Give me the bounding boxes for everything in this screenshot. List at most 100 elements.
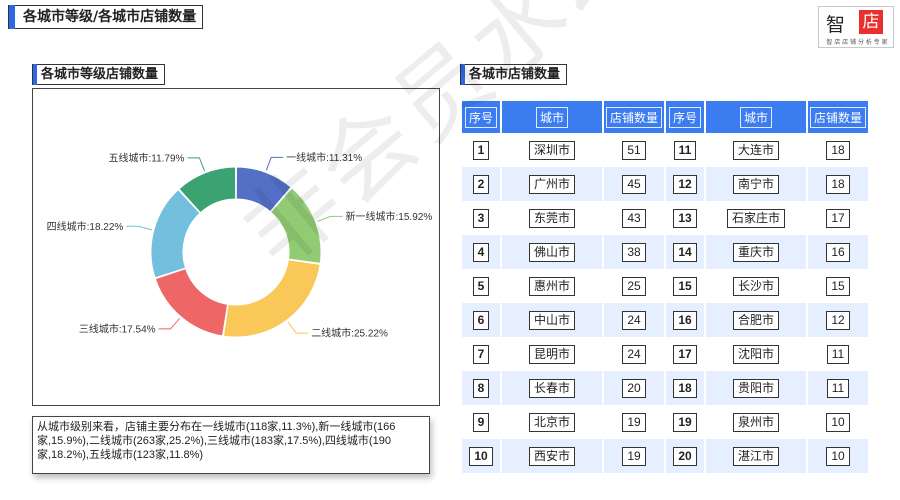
cell-city: 重庆市: [706, 235, 806, 269]
cell-city: 贵阳市: [706, 371, 806, 405]
cell-city-value: 长沙市: [732, 276, 779, 296]
cell-city-value: 北京市: [528, 412, 575, 432]
cell-city: 佛山市: [502, 235, 602, 269]
cell-rank: 4: [462, 235, 500, 269]
cell-rank: 13: [666, 201, 704, 235]
header-count: 店铺数量: [604, 101, 664, 133]
cell-city-value: 惠州市: [528, 276, 575, 296]
cell-count-value: 19: [622, 412, 646, 432]
cell-count-value: 12: [826, 310, 850, 330]
cell-city-value: 湛江市: [732, 446, 779, 466]
cell-rank-value: 13: [673, 208, 697, 228]
cell-city-value: 重庆市: [732, 242, 779, 262]
cell-city-value: 大连市: [732, 140, 779, 160]
cell-rank: 8: [462, 371, 500, 405]
cell-rank: 14: [666, 235, 704, 269]
cell-city: 深圳市: [502, 133, 602, 167]
cell-city: 合肥市: [706, 303, 806, 337]
cell-rank: 12: [666, 167, 704, 201]
cell-rank: 5: [462, 269, 500, 303]
cell-count: 10: [808, 405, 868, 439]
table-header-row: 序号 城市 店铺数量 序号 城市 店铺数量: [462, 101, 868, 133]
cell-rank-value: 7: [472, 344, 490, 364]
cell-rank-value: 19: [673, 412, 697, 432]
cell-city-value: 长春市: [528, 378, 575, 398]
cell-city: 北京市: [502, 405, 602, 439]
cell-rank-value: 1: [472, 140, 490, 160]
cell-count: 51: [604, 133, 664, 167]
cell-rank-value: 17: [673, 344, 697, 364]
cell-rank-value: 16: [673, 310, 697, 330]
cell-rank: 2: [462, 167, 500, 201]
slice-label-5: 五线城市:11.79%: [108, 151, 184, 164]
cell-rank: 11: [666, 133, 704, 167]
cell-count-value: 38: [622, 242, 646, 262]
logo-char-dian: 店: [859, 10, 883, 34]
cell-count: 24: [604, 303, 664, 337]
cell-count-value: 10: [826, 446, 850, 466]
table-row: 4 佛山市 38 14 重庆市 16: [462, 235, 868, 269]
cell-count: 11: [808, 337, 868, 371]
header-city: 城市: [502, 101, 602, 133]
header-rank-2: 序号: [666, 101, 704, 133]
cell-rank: 18: [666, 371, 704, 405]
cell-rank: 20: [666, 439, 704, 473]
table-row: 9 北京市 19 19 泉州市 10: [462, 405, 868, 439]
cell-rank: 3: [462, 201, 500, 235]
cell-count-value: 43: [622, 208, 646, 228]
cell-rank: 16: [666, 303, 704, 337]
cell-city: 湛江市: [706, 439, 806, 473]
cell-count-value: 25: [622, 276, 646, 296]
cell-rank-value: 2: [472, 174, 490, 194]
table-row: 3 东莞市 43 13 石家庄市 17: [462, 201, 868, 235]
cell-city-value: 沈阳市: [732, 344, 779, 364]
cell-city-value: 泉州市: [732, 412, 779, 432]
leader-line-1: [317, 215, 343, 222]
cell-rank-value: 11: [673, 140, 697, 160]
leader-line-5: [187, 157, 205, 172]
cell-count-value: 11: [826, 378, 850, 398]
brand-logo: 智 店 智 店 店 铺 分 析 专 家: [818, 6, 894, 48]
cell-rank-value: 4: [472, 242, 490, 262]
cell-count: 16: [808, 235, 868, 269]
cell-rank: 15: [666, 269, 704, 303]
header-rank: 序号: [462, 101, 500, 133]
cell-city-value: 南宁市: [732, 174, 779, 194]
cell-city: 石家庄市: [706, 201, 806, 235]
cell-city: 长春市: [502, 371, 602, 405]
cell-count-value: 10: [826, 412, 850, 432]
table-row: 1 深圳市 51 11 大连市 18: [462, 133, 868, 167]
cell-rank-value: 12: [673, 174, 697, 194]
header-city-2: 城市: [706, 101, 806, 133]
donut-chart-panel: 一线城市:11.31% 新一线城市:15.92% 二线城市:25.22% 三线城市:1…: [32, 88, 440, 406]
page-title: 各城市等级/各城市店铺数量: [8, 5, 204, 29]
cell-count: 19: [604, 439, 664, 473]
cell-count: 18: [808, 133, 868, 167]
slice-label-2: 二线城市:25.22%: [311, 327, 388, 340]
cell-rank: 10: [462, 439, 500, 473]
slice-label-4: 四线城市:18.22%: [47, 220, 124, 233]
slice-label-0: 一线城市:11.31%: [286, 151, 362, 164]
cell-rank-value: 6: [472, 310, 490, 330]
cell-city: 西安市: [502, 439, 602, 473]
cell-city-value: 西安市: [528, 446, 575, 466]
cell-count: 18: [808, 167, 868, 201]
cell-city-value: 中山市: [528, 310, 575, 330]
cell-count-value: 24: [622, 310, 646, 330]
cell-count: 11: [808, 371, 868, 405]
table-row: 5 惠州市 25 15 长沙市 15: [462, 269, 868, 303]
pie-slice-2: [222, 259, 321, 338]
cell-count: 19: [604, 405, 664, 439]
cell-city: 广州市: [502, 167, 602, 201]
cell-rank-value: 20: [673, 446, 697, 466]
cell-city: 长沙市: [706, 269, 806, 303]
cell-count: 20: [604, 371, 664, 405]
cell-rank: 9: [462, 405, 500, 439]
leader-line-2: [287, 321, 309, 334]
cell-count-value: 18: [826, 174, 850, 194]
cell-rank: 7: [462, 337, 500, 371]
cell-count: 12: [808, 303, 868, 337]
city-level-section-title: 各城市等级店铺数量: [32, 64, 166, 85]
cell-rank: 1: [462, 133, 500, 167]
leader-line-4: [126, 225, 152, 231]
